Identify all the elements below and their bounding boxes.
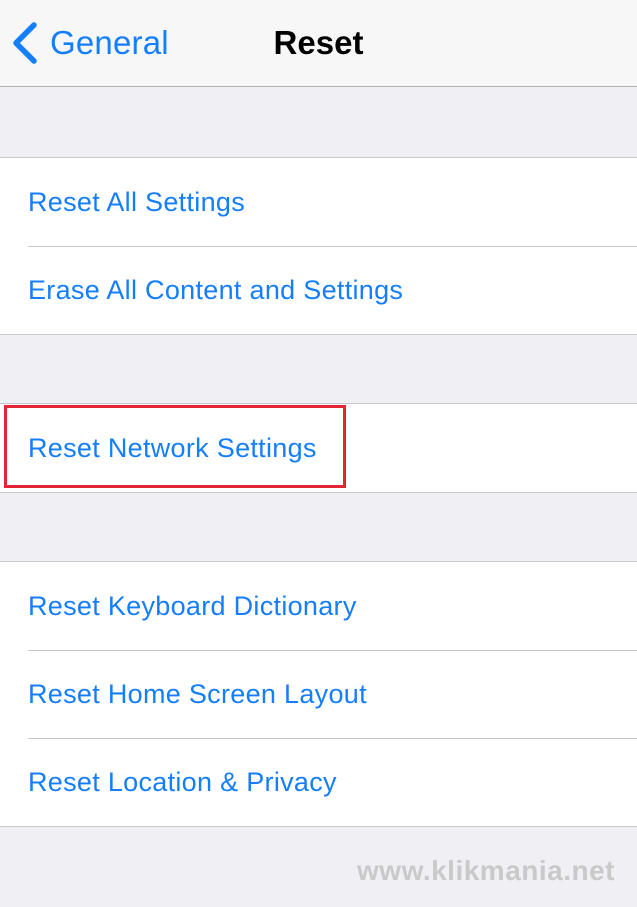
reset-home-screen-layout-row[interactable]: Reset Home Screen Layout — [0, 650, 637, 738]
reset-location-privacy-row[interactable]: Reset Location & Privacy — [0, 738, 637, 826]
page-title: Reset — [273, 24, 364, 61]
settings-group-2: Reset Network Settings — [0, 403, 637, 493]
row-label: Reset Network Settings — [28, 432, 317, 463]
erase-all-content-row[interactable]: Erase All Content and Settings — [0, 246, 637, 334]
reset-all-settings-row[interactable]: Reset All Settings — [0, 158, 637, 246]
row-label: Erase All Content and Settings — [28, 274, 404, 305]
reset-keyboard-dictionary-row[interactable]: Reset Keyboard Dictionary — [0, 562, 637, 650]
reset-network-settings-row[interactable]: Reset Network Settings — [0, 404, 637, 492]
row-label: Reset Keyboard Dictionary — [28, 590, 357, 621]
settings-group-3: Reset Keyboard Dictionary Reset Home Scr… — [0, 561, 637, 827]
settings-group-1: Reset All Settings Erase All Content and… — [0, 157, 637, 335]
row-label: Reset Home Screen Layout — [28, 678, 367, 709]
navigation-bar: General Reset — [0, 0, 637, 87]
row-label: Reset Location & Privacy — [28, 766, 337, 797]
reset-settings-screen: General Reset Reset All Settings Erase A… — [0, 0, 637, 907]
row-label: Reset All Settings — [28, 186, 246, 217]
watermark: www.klikmania.net — [357, 855, 615, 886]
